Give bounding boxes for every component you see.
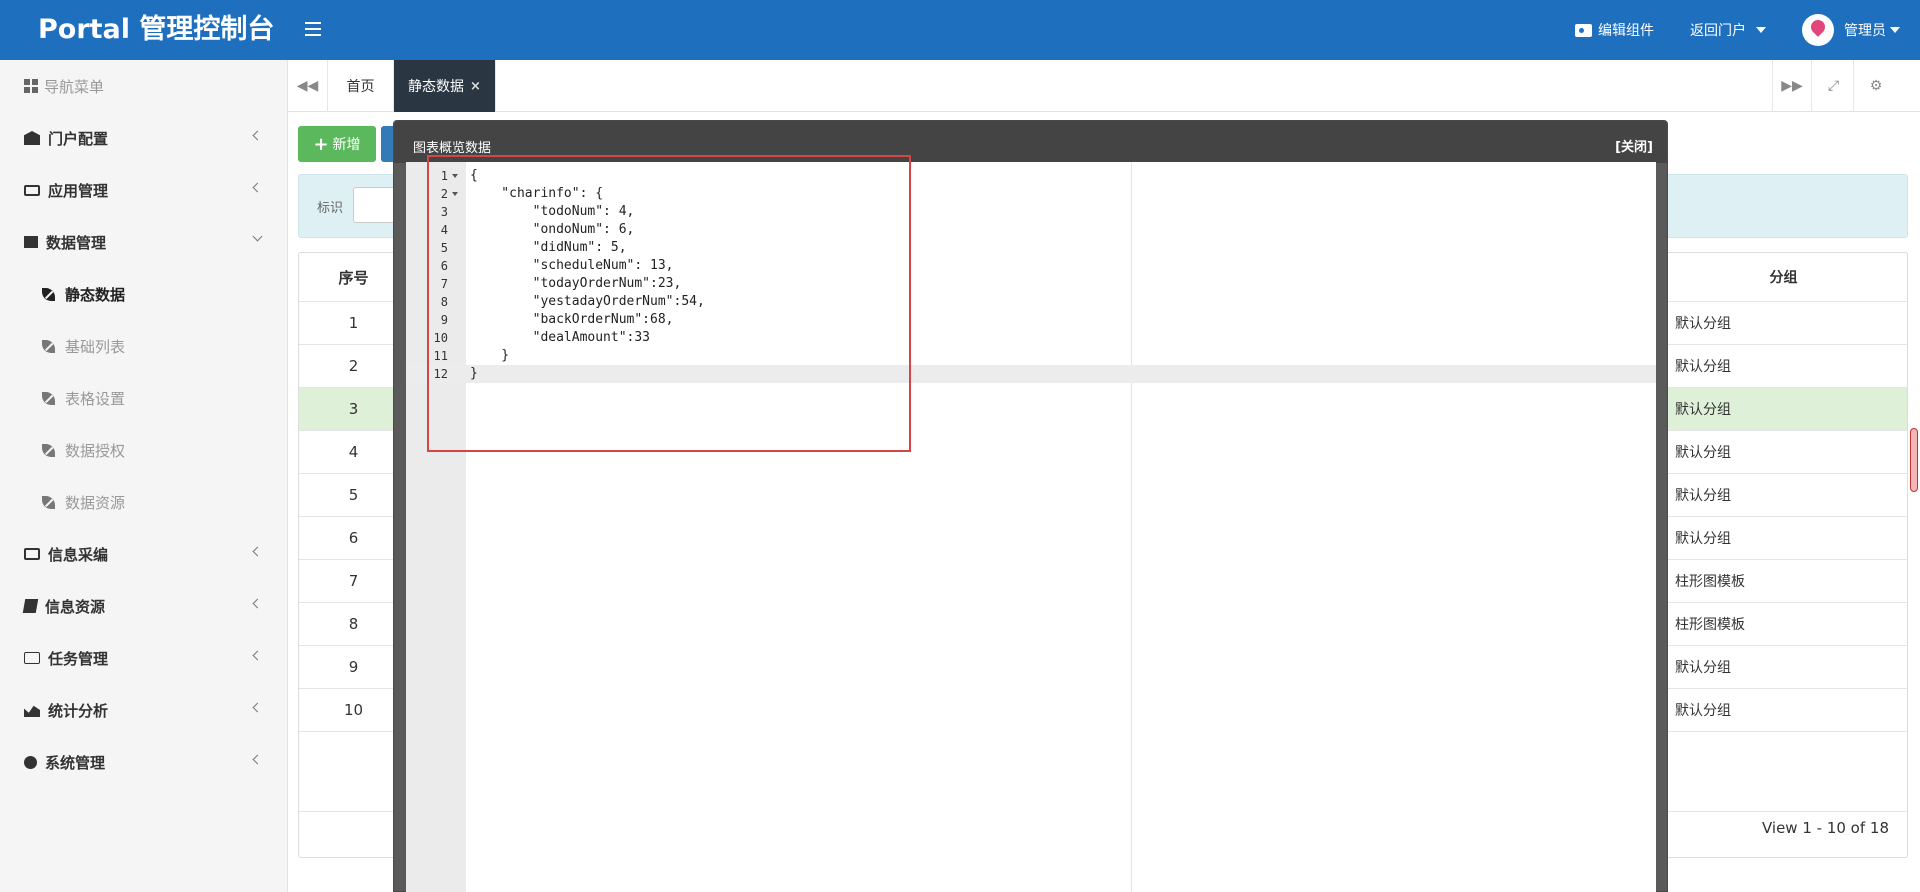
modal-title: 图表概览数据 [413, 141, 492, 156]
sidebar-item-info-editing[interactable]: 信息采编 [0, 528, 287, 580]
gear-icon[interactable]: ⚙ [1856, 60, 1896, 112]
sidebar-title: 导航菜单 [44, 77, 105, 96]
chevron-left-icon [252, 650, 263, 661]
folder-icon [24, 652, 40, 664]
scroll-tabs-left-button[interactable]: ◀◀ [288, 60, 328, 112]
sidebar-item-label: 任务管理 [48, 649, 109, 668]
top-nav: 编辑组件 返回门户 管理员 [1575, 0, 1920, 60]
leaf-icon [42, 339, 55, 353]
sidebar-subitem-label: 静态数据 [65, 285, 126, 304]
add-button[interactable]: + 新增 [298, 126, 376, 162]
id-card-icon [24, 548, 40, 560]
modal-close-button[interactable]: [关闭] [1615, 136, 1653, 155]
book-icon [22, 599, 39, 613]
sidebar-header: 导航菜单 [0, 60, 287, 112]
bank-icon [24, 131, 40, 145]
row-group: 默认分组 [1659, 431, 1907, 473]
id-card-icon [1575, 23, 1592, 37]
leaf-icon [42, 391, 55, 405]
sidebar-subitem-basic-list[interactable]: 基础列表 [0, 320, 287, 372]
admin-dropdown[interactable]: 管理员 [1802, 14, 1900, 46]
sidebar-item-system-management[interactable]: 系统管理 [0, 736, 287, 788]
chevron-left-icon [252, 702, 263, 713]
return-portal-dropdown[interactable]: 返回门户 [1690, 20, 1766, 40]
menu-toggle-icon[interactable] [302, 18, 324, 40]
laptop-icon [24, 184, 40, 196]
chevron-down-icon [252, 231, 263, 242]
sidebar-item-portal-config[interactable]: 门户配置 [0, 112, 287, 164]
area-chart-icon [24, 705, 40, 717]
page-scrollbar[interactable] [1910, 428, 1918, 492]
sidebar-item-app-management[interactable]: 应用管理 [0, 164, 287, 216]
sidebar-subitem-label: 基础列表 [65, 337, 126, 356]
col-header-group[interactable]: 分组 [1659, 253, 1907, 301]
server-icon [24, 236, 38, 248]
empty-cell [1659, 732, 1907, 811]
admin-label: 管理员 [1844, 23, 1886, 39]
sidebar-item-label: 系统管理 [45, 753, 106, 772]
sidebar-item-label: 信息资源 [45, 597, 106, 616]
edit-widgets-label: 编辑组件 [1598, 23, 1654, 39]
sidebar-subitem-label: 表格设置 [65, 389, 126, 408]
row-group: 默认分组 [1659, 345, 1907, 387]
leaf-icon [42, 443, 55, 457]
pagination-info: View 1 - 10 of 18 [1761, 819, 1889, 837]
sidebar-item-label: 信息采编 [48, 545, 109, 564]
leaf-icon [42, 287, 55, 301]
grid-icon [24, 79, 38, 93]
leaf-icon [42, 495, 55, 509]
sidebar-item-label: 应用管理 [48, 181, 109, 200]
return-portal-label: 返回门户 [1690, 23, 1746, 39]
chevron-left-icon [252, 182, 263, 193]
tab-static-data[interactable]: 静态数据 × [394, 60, 496, 112]
tab-home[interactable]: 首页 [328, 60, 394, 112]
sidebar: 导航菜单 门户配置 应用管理 数据管理 静态数据 基础列表 表格设置 数据授权 … [0, 60, 288, 892]
sidebar-subitem-label: 数据授权 [65, 441, 126, 460]
sidebar-item-info-resources[interactable]: 信息资源 [0, 580, 287, 632]
row-group: 默认分组 [1659, 388, 1907, 430]
edit-widgets-link[interactable]: 编辑组件 [1575, 20, 1654, 40]
row-group: 默认分组 [1659, 302, 1907, 344]
tab-label: 首页 [346, 79, 375, 95]
chevron-left-icon [252, 546, 263, 557]
sidebar-subitem-label: 数据资源 [65, 493, 126, 512]
caret-down-icon [1756, 27, 1766, 33]
sidebar-item-statistics[interactable]: 统计分析 [0, 684, 287, 736]
fullscreen-icon[interactable]: ⤢ [1814, 60, 1854, 112]
row-group: 默认分组 [1659, 646, 1907, 688]
tab-label: 静态数据 [408, 79, 464, 95]
chevron-left-icon [252, 598, 263, 609]
app-brand[interactable]: Portal 管理控制台 [38, 10, 274, 50]
annotation-highlight-box [427, 155, 911, 452]
top-header: Portal 管理控制台 编辑组件 返回门户 管理员 [0, 0, 1920, 60]
caret-down-icon [1890, 27, 1900, 33]
scroll-tabs-right-button[interactable]: ▶▶ [1772, 60, 1812, 112]
cogs-icon [24, 755, 37, 769]
sidebar-item-task-management[interactable]: 任务管理 [0, 632, 287, 684]
row-group: 默认分组 [1659, 517, 1907, 559]
sidebar-subitem-table-settings[interactable]: 表格设置 [0, 372, 287, 424]
chevron-left-icon [252, 754, 263, 765]
row-group: 默认分组 [1659, 474, 1907, 516]
sidebar-item-data-management[interactable]: 数据管理 [0, 216, 287, 268]
close-icon[interactable]: × [470, 79, 481, 94]
row-group: 柱形图模板 [1659, 603, 1907, 645]
chevron-left-icon [252, 130, 263, 141]
plus-icon: + [313, 133, 329, 155]
sidebar-item-label: 门户配置 [48, 129, 109, 148]
tab-bar: ◀◀ 首页 静态数据 × ▶▶ ⤢ ⚙ [288, 60, 1920, 112]
row-group: 柱形图模板 [1659, 560, 1907, 602]
sidebar-subitem-static-data[interactable]: 静态数据 [0, 268, 287, 320]
sidebar-item-label: 数据管理 [46, 233, 107, 252]
add-button-label: 新增 [332, 137, 361, 153]
sidebar-item-label: 统计分析 [48, 701, 109, 720]
row-group: 默认分组 [1659, 689, 1907, 731]
avatar [1802, 14, 1834, 46]
sidebar-subitem-data-resources[interactable]: 数据资源 [0, 476, 287, 528]
search-label: 标识 [317, 201, 344, 216]
sidebar-subitem-data-authorization[interactable]: 数据授权 [0, 424, 287, 476]
